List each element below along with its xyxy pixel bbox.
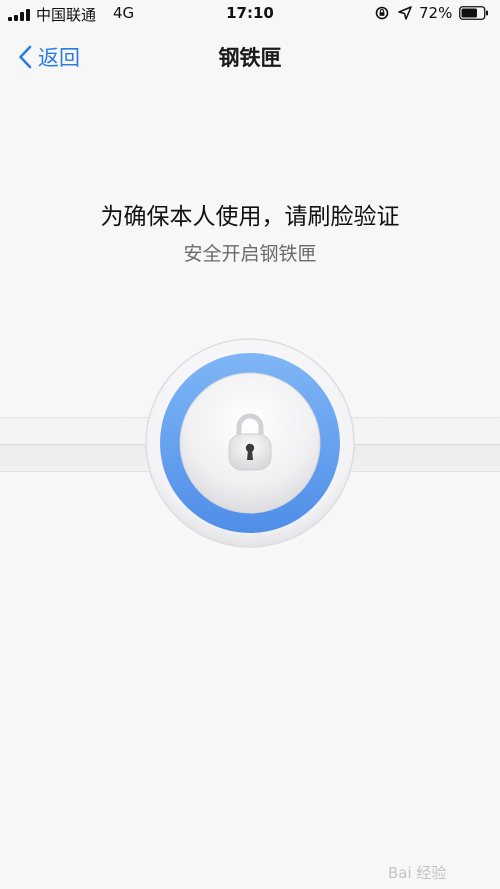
vault-lock-dial bbox=[145, 338, 355, 548]
vault-bar-right bbox=[340, 417, 500, 472]
vault-bar-left bbox=[0, 417, 160, 472]
location-icon bbox=[398, 6, 412, 20]
battery-percent: 72% bbox=[419, 4, 453, 22]
navigation-bar: 返回 钢铁匣 bbox=[0, 30, 500, 82]
page-title: 钢铁匣 bbox=[218, 46, 282, 70]
rotation-lock-icon bbox=[375, 6, 389, 20]
status-bar: 中国联通 4G 17:10 72% bbox=[0, 0, 500, 30]
verification-subtitle: 安全开启钢铁匣 bbox=[183, 243, 317, 265]
baidu-watermark: Bai 经验 bbox=[388, 864, 447, 882]
face-verify-lock-button[interactable] bbox=[144, 337, 356, 549]
battery-icon bbox=[459, 6, 488, 20]
verification-prompt: 为确保本人使用，请刷脸验证 bbox=[100, 204, 400, 230]
